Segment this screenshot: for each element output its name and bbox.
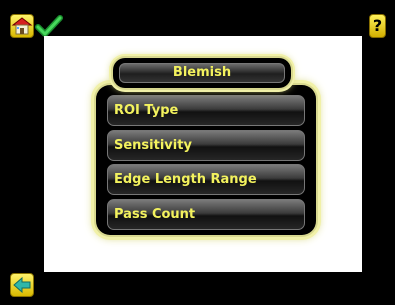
home-icon xyxy=(11,17,33,35)
menu-item-pass-count[interactable]: Pass Count xyxy=(107,199,305,230)
screen: ? ROI Type Sensitivity Edge Length Range… xyxy=(0,0,395,305)
menu-item-roi-type[interactable]: ROI Type xyxy=(107,95,305,126)
menu-item-label: Pass Count xyxy=(114,207,196,222)
menu-item-label: Edge Length Range xyxy=(114,172,257,187)
home-button[interactable] xyxy=(10,14,34,38)
menu-item-label: Sensitivity xyxy=(114,138,192,153)
menu-item-label: ROI Type xyxy=(114,103,179,118)
help-button[interactable]: ? xyxy=(369,14,386,38)
menu-item-sensitivity[interactable]: Sensitivity xyxy=(107,130,305,161)
blemish-menu: ROI Type Sensitivity Edge Length Range P… xyxy=(96,85,316,235)
help-icon: ? xyxy=(372,16,383,35)
back-arrow-icon xyxy=(13,276,31,294)
menu-title-tab: Blemish xyxy=(113,58,291,88)
check-icon xyxy=(35,15,63,37)
menu-item-edge-length-range[interactable]: Edge Length Range xyxy=(107,164,305,195)
back-button[interactable] xyxy=(10,273,34,297)
main-panel: ROI Type Sensitivity Edge Length Range P… xyxy=(44,36,362,272)
page-title: Blemish xyxy=(119,63,285,83)
